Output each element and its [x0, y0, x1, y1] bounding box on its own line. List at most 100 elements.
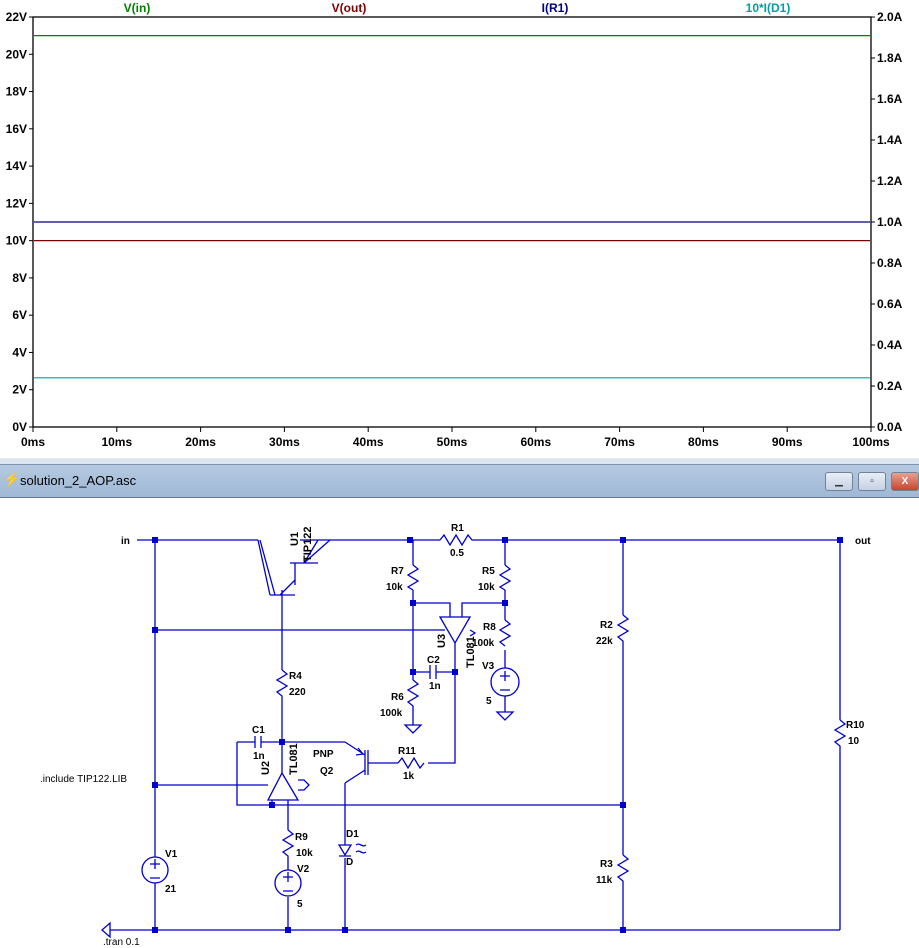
r3-name: R3 — [600, 859, 613, 870]
resistor-r9 — [281, 829, 295, 860]
right-tick-label: 0.6A — [877, 297, 903, 311]
v2-value: 5 — [297, 899, 303, 910]
r8-name: R8 — [483, 622, 496, 633]
schematic-window-titlebar[interactable]: ⚡ solution_2_AOP.asc ▁ ▫ X — [0, 464, 919, 498]
r3-value: 11k — [596, 875, 613, 886]
left-tick-label: 16V — [6, 122, 27, 136]
u2-name: U2 — [260, 761, 272, 775]
right-tick-label: 0.4A — [877, 338, 903, 352]
u1-model: TIP122 — [302, 527, 314, 562]
r1-name: R1 — [451, 523, 464, 534]
x-tick-label: 30ms — [269, 435, 300, 449]
left-tick-label: 22V — [6, 10, 27, 24]
waveform-plot[interactable]: 0V 2V 4V 6V 8V 10V 12V 14V 16V 18V 20V 22V 0.0A 0.2A 0… — [0, 0, 919, 458]
x-tick-label: 70ms — [604, 435, 635, 449]
right-tick-label: 1.6A — [877, 92, 903, 106]
opamp-u2 — [266, 771, 310, 801]
legend-label: I(R1) — [542, 1, 569, 15]
r9-value: 10k — [296, 848, 313, 859]
resistor-r5 — [498, 564, 512, 591]
right-tick-label: 1.2A — [877, 174, 903, 188]
u3-model: TL081 — [465, 636, 477, 668]
left-tick-label: 20V — [6, 47, 27, 61]
maximize-button[interactable]: ▫ — [858, 472, 886, 491]
r11-value: 1k — [403, 771, 415, 782]
c2-value: 1n — [429, 681, 441, 692]
r7-name: R7 — [391, 566, 404, 577]
r7-value: 10k — [386, 582, 403, 593]
r1-value: 0.5 — [450, 548, 464, 559]
resistor-r3 — [616, 854, 630, 890]
x-tick-label: 0ms — [21, 435, 45, 449]
v3-name: V3 — [482, 661, 495, 672]
plot-canvas[interactable]: 0V 2V 4V 6V 8V 10V 12V 14V 16V 18V 20V 22V 0.0A 0.2A 0… — [0, 0, 919, 458]
net-label-out: out — [855, 536, 871, 547]
u1-name: U1 — [289, 532, 301, 546]
include-directive[interactable]: .include TIP122.LIB — [40, 774, 127, 785]
ground-symbol — [101, 711, 515, 939]
q2-name: Q2 — [320, 766, 334, 777]
left-tick-label: 0V — [12, 420, 27, 434]
left-tick-label: 6V — [12, 308, 27, 322]
x-tick-label: 50ms — [437, 435, 468, 449]
right-tick-label: 0.2A — [877, 379, 903, 393]
left-tick-label: 2V — [12, 383, 27, 397]
v2-name: V2 — [297, 864, 310, 875]
capacitor-c1 — [254, 736, 262, 748]
x-tick-label: 90ms — [772, 435, 803, 449]
resistor-r11 — [397, 756, 425, 770]
x-tick-label: 40ms — [353, 435, 384, 449]
close-button[interactable]: X — [891, 472, 919, 491]
legend-label: V(out) — [332, 1, 367, 15]
resistor-r6 — [406, 679, 420, 710]
pnp-transistor-q2 — [344, 741, 369, 784]
v3-value: 5 — [486, 696, 492, 707]
wire — [413, 602, 505, 617]
left-tick-label: 14V — [6, 159, 27, 173]
left-tick-label: 8V — [12, 271, 27, 285]
c2-name: C2 — [427, 655, 440, 666]
right-tick-label: 2.0A — [877, 10, 903, 24]
window-title: solution_2_AOP.asc — [20, 473, 137, 488]
resistor-r2 — [616, 614, 630, 650]
schematic-canvas[interactable]: in out R1 0.5 R7 10k R5 10k R8 100k V3 5… — [0, 497, 919, 948]
u3-name: U3 — [436, 634, 448, 648]
right-tick-label: 0.8A — [877, 256, 903, 270]
left-tick-label: 4V — [12, 345, 27, 359]
r10-name: R10 — [846, 720, 865, 731]
tran-directive[interactable]: .tran 0.1 — [103, 937, 140, 948]
r11-name: R11 — [398, 746, 416, 757]
r6-value: 100k — [380, 708, 403, 719]
right-tick-label: 1.4A — [877, 133, 903, 147]
c1-name: C1 — [252, 725, 265, 736]
resistor-r1 — [439, 533, 475, 547]
r6-name: R6 — [391, 692, 404, 703]
r5-value: 10k — [478, 582, 495, 593]
d1-model: D — [346, 857, 353, 868]
minimize-button[interactable]: ▁ — [825, 472, 853, 491]
right-tick-label: 1.8A — [877, 51, 903, 65]
wire — [368, 643, 456, 764]
resistor-r4 — [275, 669, 289, 700]
x-tick-label: 20ms — [185, 435, 216, 449]
legend-label: 10*I(D1) — [746, 1, 791, 15]
ltspice-schematic-icon: ⚡ — [3, 471, 21, 487]
r10-value: 10 — [848, 736, 860, 747]
right-tick-label: 1.0A — [877, 215, 903, 229]
r2-name: R2 — [600, 620, 613, 631]
r2-value: 22k — [596, 636, 613, 647]
resistor-r7 — [406, 564, 420, 591]
wire — [271, 800, 289, 930]
r4-name: R4 — [289, 671, 302, 682]
left-tick-label: 12V — [6, 196, 27, 210]
r5-name: R5 — [482, 566, 495, 577]
v1-name: V1 — [165, 849, 178, 860]
x-tick-label: 10ms — [101, 435, 132, 449]
capacitor-c2 — [429, 665, 437, 679]
d1-name: D1 — [346, 829, 359, 840]
v1-value: 21 — [165, 884, 177, 895]
resistor-r8 — [498, 619, 512, 647]
led-d1 — [337, 843, 367, 857]
x-tick-label: 60ms — [520, 435, 551, 449]
right-tick-label: 0.0A — [877, 420, 903, 434]
